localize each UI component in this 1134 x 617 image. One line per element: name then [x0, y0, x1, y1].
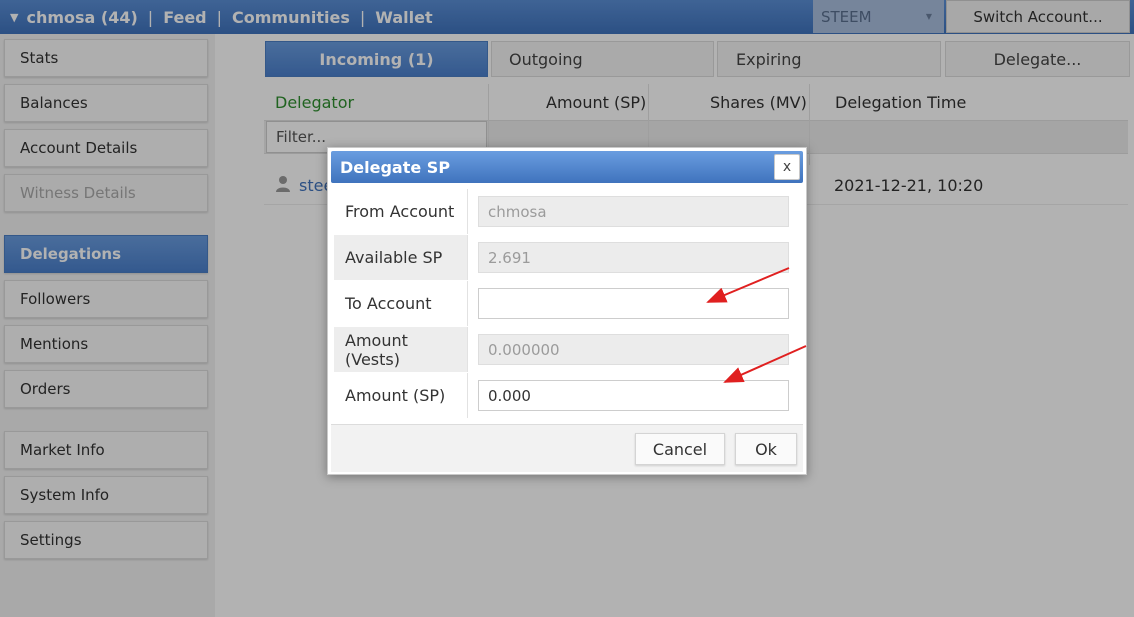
form-row-from-account: From Account chmosa — [334, 189, 800, 234]
form-row-available-sp: Available SP 2.691 — [334, 235, 800, 280]
form-row-amount-sp: Amount (SP) 0.000 — [334, 373, 800, 418]
amount-sp-input[interactable]: 0.000 — [478, 380, 789, 411]
ok-button[interactable]: Ok — [735, 433, 797, 465]
dialog-title[interactable]: Delegate SP — [331, 151, 803, 183]
to-account-input[interactable] — [478, 288, 789, 319]
field-label: Available SP — [334, 235, 468, 280]
delegate-sp-dialog: Delegate SP x From Account chmosa Availa… — [327, 147, 807, 475]
dialog-footer: Cancel Ok — [331, 424, 803, 472]
form-row-to-account: To Account — [334, 281, 800, 326]
field-label: To Account — [334, 281, 468, 326]
field-label: Amount (SP) — [334, 373, 468, 418]
dialog-close-button[interactable]: x — [774, 154, 800, 180]
field-label: From Account — [334, 189, 468, 234]
available-sp-field: 2.691 — [478, 242, 789, 273]
form-row-amount-vests: Amount (Vests) 0.000000 — [334, 327, 800, 372]
cancel-button[interactable]: Cancel — [635, 433, 725, 465]
field-label: Amount (Vests) — [334, 327, 468, 372]
amount-vests-field: 0.000000 — [478, 334, 789, 365]
from-account-field: chmosa — [478, 196, 789, 227]
